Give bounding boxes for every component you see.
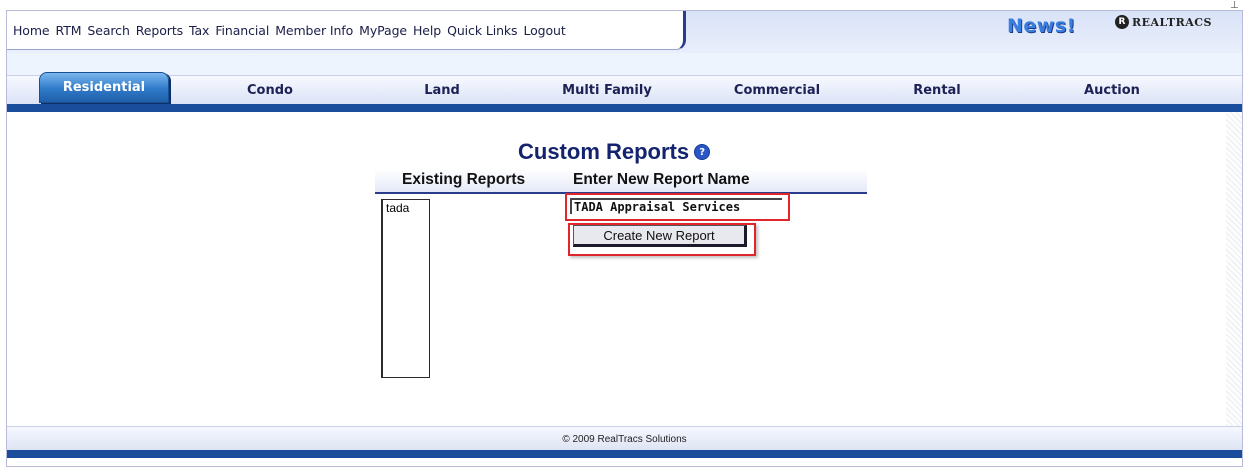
right-margin-pattern [1226, 112, 1242, 426]
tab-land[interactable]: Land [397, 76, 487, 105]
footer: © 2009 RealTracs Solutions [7, 426, 1242, 451]
menu-financial[interactable]: Financial [215, 23, 269, 38]
page-title-text: Custom Reports [518, 139, 690, 164]
menu-reports[interactable]: Reports [136, 23, 183, 38]
tab-residential[interactable]: Residential [39, 72, 169, 103]
tab-rental[interactable]: Rental [897, 76, 977, 105]
logo-mark-icon: R [1115, 15, 1129, 29]
new-report-header: Enter New Report Name [573, 171, 750, 188]
page-title: Custom Reports ? [518, 139, 711, 165]
logo-text: REALTRACS [1132, 15, 1212, 29]
report-list-item[interactable]: tada [383, 200, 429, 216]
news-link[interactable]: News! [1007, 15, 1076, 37]
menu-mypage[interactable]: MyPage [359, 23, 407, 38]
copyright-text: © 2009 RealTracs Solutions [562, 433, 687, 445]
top-bar: Home RTM Search Reports Tax Financial Me… [7, 11, 1242, 53]
subheader-strip [7, 53, 1242, 75]
property-type-tabs: Residential Condo Land Multi Family Comm… [7, 72, 1242, 105]
menu-tax[interactable]: Tax [189, 23, 209, 38]
menu-search[interactable]: Search [87, 23, 129, 38]
menu-home[interactable]: Home [13, 23, 50, 38]
tab-auction[interactable]: Auction [1067, 76, 1157, 105]
menu-help[interactable]: Help [413, 23, 441, 38]
realtracs-logo: R REALTRACS [1115, 15, 1212, 29]
help-icon[interactable]: ? [694, 144, 711, 160]
browser-frame: Home RTM Search Reports Tax Financial Me… [6, 10, 1243, 467]
reports-header-row: Existing Reports Enter New Report Name [375, 169, 867, 194]
menu-quick-links[interactable]: Quick Links [447, 23, 517, 38]
tab-condo[interactable]: Condo [222, 76, 318, 105]
create-new-report-button[interactable]: Create New Report [573, 225, 747, 247]
footer-bar [7, 450, 1242, 458]
menu-logout[interactable]: Logout [523, 23, 565, 38]
tab-commercial[interactable]: Commercial [717, 76, 837, 105]
menu-rtm[interactable]: RTM [56, 23, 82, 38]
tab-multi-family[interactable]: Multi Family [547, 76, 667, 105]
menu-member-info[interactable]: Member Info [275, 23, 353, 38]
new-report-name-input[interactable] [570, 198, 782, 214]
tab-underline [7, 104, 1242, 112]
main-menu: Home RTM Search Reports Tax Financial Me… [7, 11, 686, 50]
existing-reports-header: Existing Reports [402, 171, 526, 188]
existing-reports-list[interactable]: tada [381, 199, 430, 378]
window-scroll-icon[interactable]: ⊥ [1230, 0, 1242, 12]
